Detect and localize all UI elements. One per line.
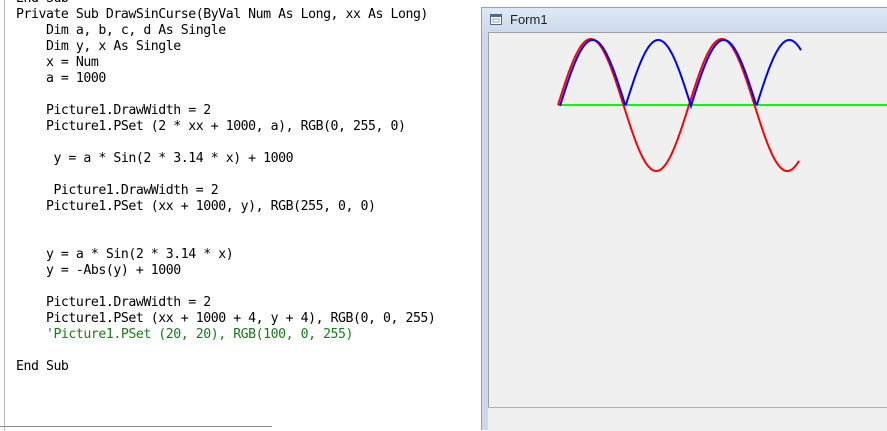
sine-plot bbox=[557, 37, 887, 173]
code-line: Dim a, b, c, d As Single bbox=[16, 23, 226, 38]
code-line: End Sub bbox=[16, 0, 69, 7]
code-line: Picture1.PSet (xx + 1000 + 4, y + 4), RG… bbox=[16, 311, 436, 326]
form-window-icon bbox=[490, 14, 502, 25]
code-line: Picture1.PSet (2 * xx + 1000, a), RGB(0,… bbox=[16, 119, 406, 134]
code-line: y = a * Sin(2 * 3.14 * x) bbox=[16, 247, 234, 262]
code-line: y = a * Sin(2 * 3.14 * x) + 1000 bbox=[16, 151, 294, 166]
code-line: x = Num bbox=[16, 55, 99, 70]
picture-box[interactable] bbox=[488, 32, 887, 407]
abs-sine-series bbox=[559, 38, 802, 110]
code-editor[interactable]: End SubPrivate Sub DrawSinCurse(ByVal Nu… bbox=[0, 0, 482, 430]
editor-scrollbar-edge bbox=[0, 426, 272, 427]
code-line: End Sub bbox=[16, 359, 69, 374]
code-line: a = 1000 bbox=[16, 71, 106, 86]
code-line: 'Picture1.PSet (20, 20), RGB(100, 0, 255… bbox=[16, 327, 354, 342]
code-line: Picture1.PSet (xx + 1000, y), RGB(255, 0… bbox=[16, 199, 376, 214]
code-line: Picture1.DrawWidth = 2 bbox=[16, 295, 211, 310]
form1-bottom-strip bbox=[488, 407, 887, 431]
form1-window[interactable]: Form1 bbox=[481, 7, 887, 431]
code-line: Dim y, x As Single bbox=[16, 39, 181, 54]
form1-title: Form1 bbox=[510, 12, 548, 27]
form1-titlebar[interactable]: Form1 bbox=[482, 8, 887, 32]
code-line: Private Sub DrawSinCurse(ByVal Num As Lo… bbox=[16, 7, 428, 22]
code-line: Picture1.DrawWidth = 2 bbox=[16, 183, 219, 198]
code-line: y = -Abs(y) + 1000 bbox=[16, 263, 181, 278]
editor-margin-line bbox=[4, 0, 5, 430]
code-line: Picture1.DrawWidth = 2 bbox=[16, 103, 211, 118]
